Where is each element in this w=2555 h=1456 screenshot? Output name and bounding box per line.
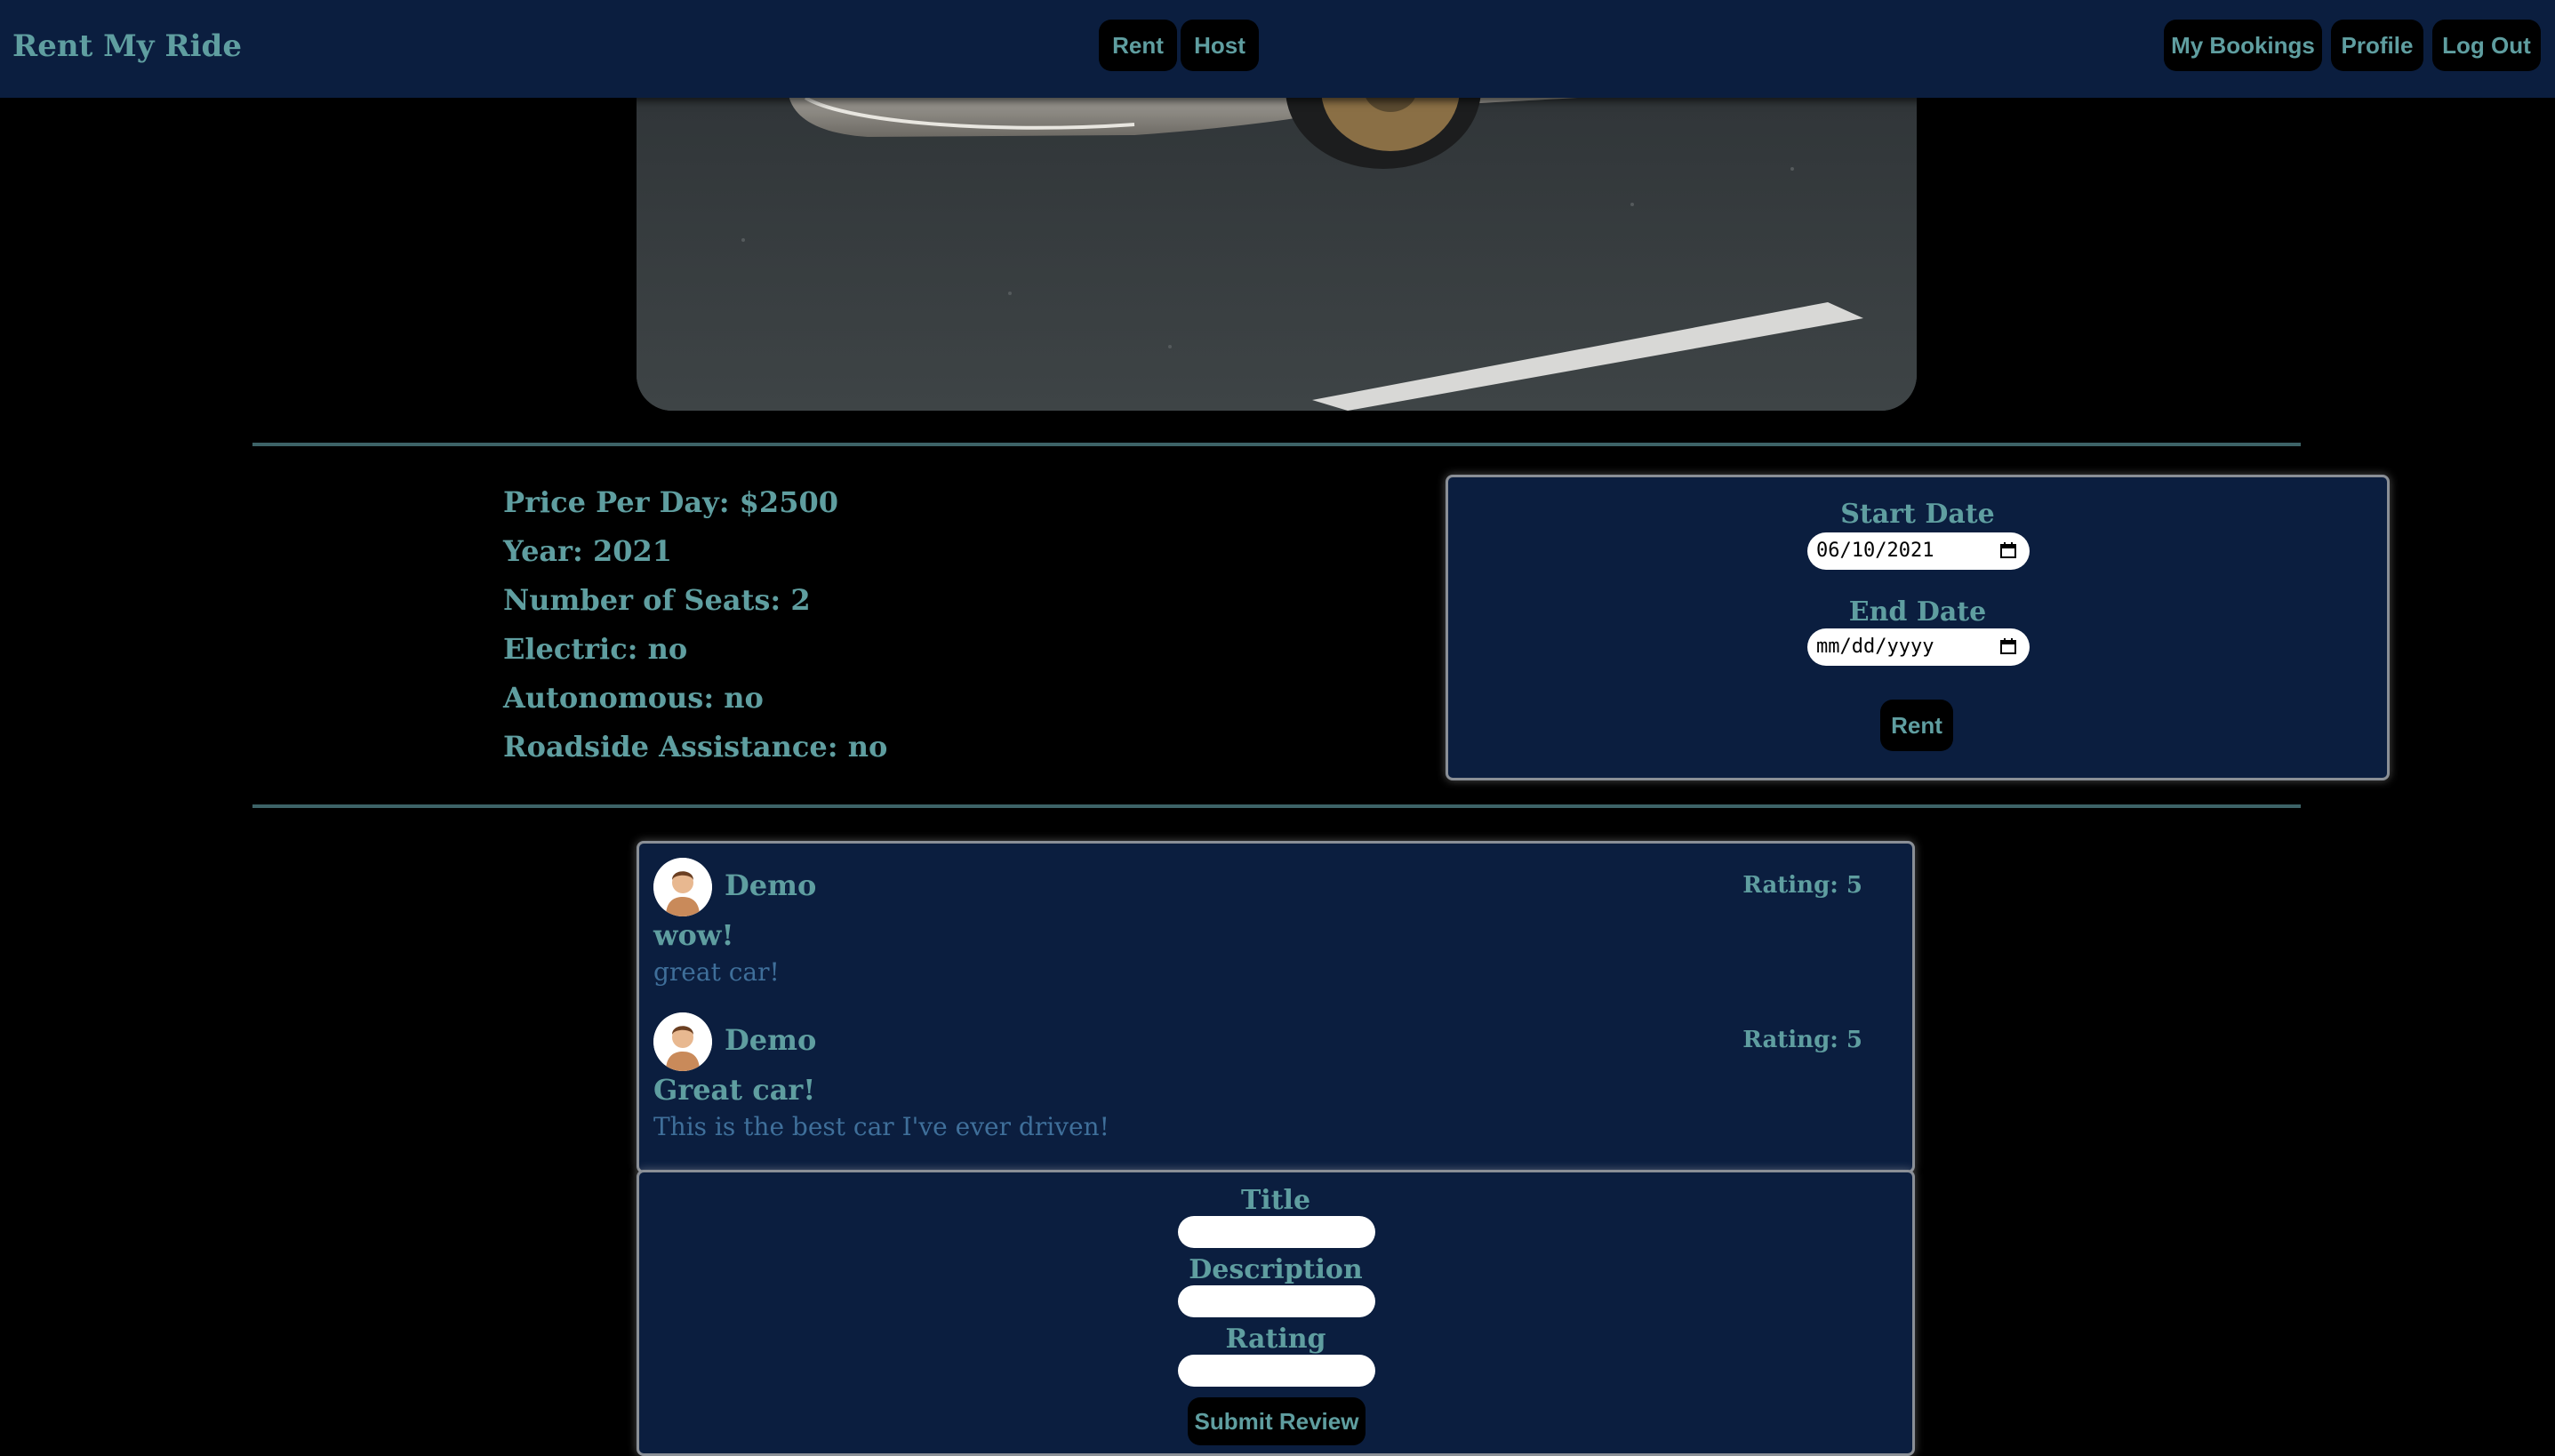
top-navbar: Rent My Ride Rent Host My Bookings Profi… [0,0,2555,98]
detail-seats: Number of Seats: 2 [503,583,811,617]
detail-autonomous: Autonomous: no [503,681,764,715]
section-divider [252,804,2301,808]
detail-roadside: Roadside Assistance: no [503,730,888,764]
review-body: great car! [653,957,780,987]
avatar [653,858,712,916]
my-bookings-button[interactable]: My Bookings [2164,20,2322,71]
calendar-icon[interactable] [1999,637,2017,655]
review-description-input[interactable] [1178,1285,1375,1317]
review-description-label: Description [1189,1254,1363,1285]
detail-electric: Electric: no [503,632,688,666]
review-rating-input[interactable] [1178,1355,1375,1387]
start-date-input[interactable]: 06/10/2021 [1807,532,2030,570]
car-photo [637,62,1917,411]
submit-review-button[interactable]: Submit Review [1188,1397,1366,1445]
rent-button[interactable]: Rent [1880,700,1953,751]
review-title-input[interactable] [1178,1216,1375,1248]
detail-year: Year: 2021 [503,534,673,568]
review-body: This is the best car I've ever driven! [653,1112,1109,1141]
booking-panel: Start Date 06/10/2021 End Date mm/dd/yyy… [1446,475,2390,780]
nav-host-button[interactable]: Host [1181,20,1259,71]
avatar [653,1012,712,1071]
brand-title[interactable]: Rent My Ride [12,28,242,64]
user-avatar-icon [653,858,712,916]
end-date-input[interactable]: mm/dd/yyyy [1807,628,2030,666]
review-form: Title Description Rating Submit Review [637,1170,1915,1456]
start-date-value: 06/10/2021 [1816,540,1934,562]
reviewer-name: Demo [725,1023,817,1057]
review-rating: Rating: 5 [1742,1027,1862,1053]
review-title-label: Title [1240,1185,1311,1216]
section-divider [252,443,2301,446]
end-date-placeholder: mm/dd/yyyy [1816,636,1934,658]
review-rating-label: Rating [1225,1324,1326,1355]
review-title: wow! [653,918,734,952]
reviews-list: Demo Rating: 5 wow! great car! Demo Rati… [637,841,1915,1173]
car-details: Price Per Day: $2500 Year: 2021 Number o… [503,478,887,772]
user-avatar-icon [653,1012,712,1071]
end-date-label: End Date [1848,596,1987,628]
start-date-label: Start Date [1840,499,1995,530]
nav-rent-button[interactable]: Rent [1099,20,1177,71]
logout-button[interactable]: Log Out [2432,20,2541,71]
calendar-icon[interactable] [1999,541,2017,559]
reviewer-name: Demo [725,868,817,902]
profile-button[interactable]: Profile [2331,20,2423,71]
review-rating: Rating: 5 [1742,872,1862,899]
review-title: Great car! [653,1073,816,1107]
detail-price: Price Per Day: $2500 [503,485,838,519]
